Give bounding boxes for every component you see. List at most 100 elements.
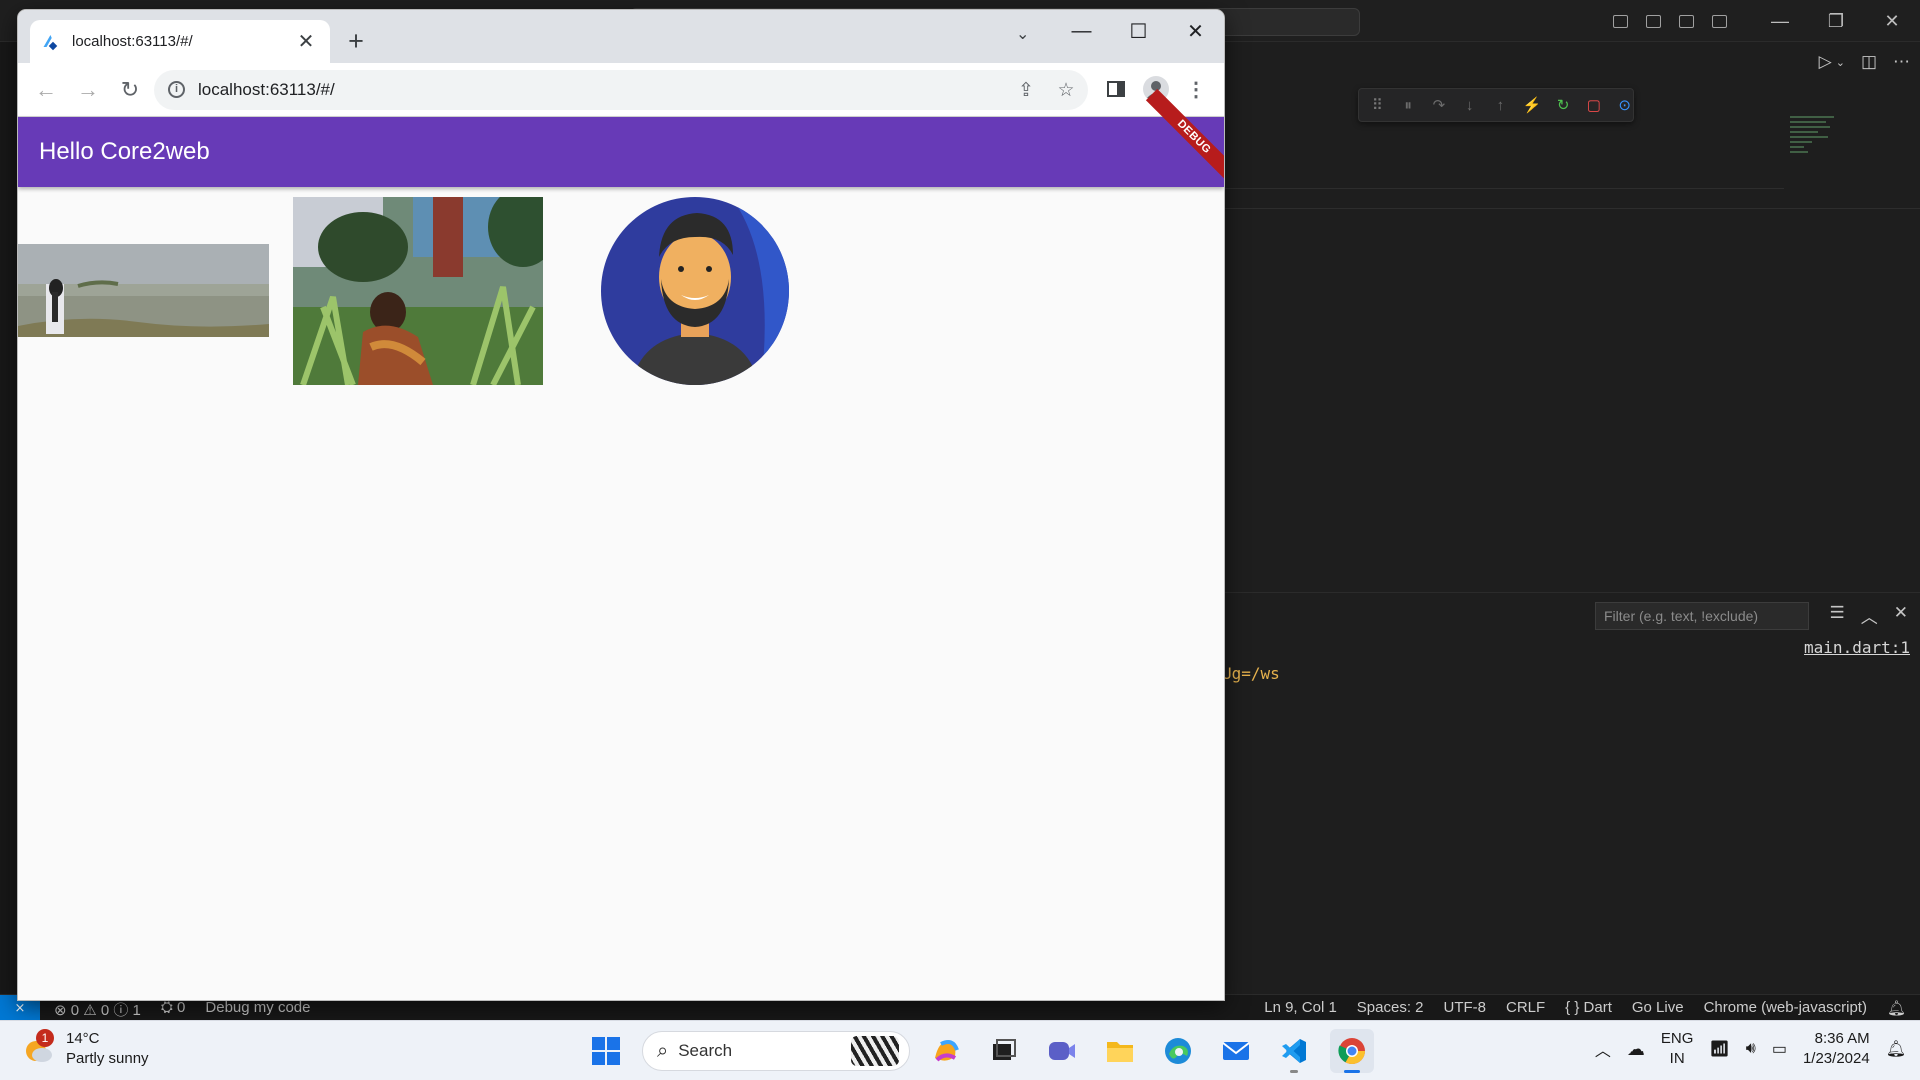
flutter-app: Hello Core2web DEBUG xyxy=(18,88,1224,1000)
debug-status[interactable]: Debug my code xyxy=(205,999,310,1020)
eol-status[interactable]: CRLF xyxy=(1506,999,1545,1017)
cursor-position[interactable]: Ln 9, Col 1 xyxy=(1264,999,1337,1017)
browser-tab[interactable]: localhost:63113/#/ ✕ xyxy=(30,20,330,63)
drag-handle-icon[interactable]: ⠿ xyxy=(1369,96,1386,114)
run-icon[interactable]: ▷ xyxy=(1819,52,1832,72)
debugger-status[interactable]: Chrome (web-javascript) xyxy=(1704,999,1867,1017)
bookmark-star-icon[interactable]: ☆ xyxy=(1054,79,1078,102)
notifications-bell-icon[interactable]: 🔔︎ xyxy=(1887,999,1906,1017)
toggle-sidebar-icon[interactable] xyxy=(1604,0,1637,42)
tab-search-icon[interactable]: ⌄ xyxy=(1016,24,1029,44)
weather-sun-icon: 1 xyxy=(22,1029,54,1065)
close-icon[interactable]: ✕ xyxy=(1167,10,1224,52)
language-code: ENG xyxy=(1660,1030,1694,1047)
encoding-status[interactable]: UTF-8 xyxy=(1444,999,1487,1017)
region-code: IN xyxy=(1669,1050,1685,1067)
weather-widget[interactable]: 1 14°C Partly sunny xyxy=(22,1029,149,1069)
toggle-secondary-sidebar-icon[interactable] xyxy=(1670,0,1703,42)
pause-icon[interactable]: ⏸ xyxy=(1400,97,1417,114)
weather-badge: 1 xyxy=(36,1029,54,1047)
toggle-panel-icon[interactable] xyxy=(1637,0,1670,42)
source-link[interactable]: main.dart:1 xyxy=(1804,638,1910,657)
edge-browser-icon[interactable] xyxy=(1156,1029,1200,1073)
weather-temperature: 14°C xyxy=(66,1030,100,1047)
profile-avatar-image xyxy=(601,197,789,385)
split-editor-icon[interactable]: ◫ xyxy=(1861,52,1877,72)
lake-photo xyxy=(18,244,269,337)
system-tray: ︿ ☁︎ ENG IN 📶︎ 🔊︎ ▭ 8:36 AM 1/23/2024 🔔︎ xyxy=(1595,1029,1906,1069)
step-over-icon[interactable]: ↷ xyxy=(1431,96,1448,114)
weather-condition: Partly sunny xyxy=(66,1050,149,1067)
minimize-icon[interactable]: — xyxy=(1053,10,1110,52)
app-title: Hello Core2web xyxy=(39,138,210,165)
garden-photo xyxy=(293,197,543,385)
indentation-status[interactable]: Spaces: 2 xyxy=(1357,999,1424,1017)
more-actions-icon[interactable]: ⋯ xyxy=(1893,52,1910,72)
file-explorer-icon[interactable] xyxy=(1098,1029,1142,1073)
hot-reload-icon[interactable]: ⚡ xyxy=(1523,96,1542,114)
activity-bar xyxy=(0,42,20,1004)
debug-console-panel: Filter (e.g. text, !exclude) ☰ ︿ ✕ main.… xyxy=(1222,592,1920,1004)
task-view-icon[interactable] xyxy=(982,1029,1026,1073)
copilot-icon[interactable] xyxy=(924,1029,968,1073)
start-windows-icon[interactable] xyxy=(584,1029,628,1073)
clear-console-icon[interactable]: ☰ xyxy=(1830,603,1845,628)
tab-strip: localhost:63113/#/ ✕ + ⌄ — ☐ ✕ xyxy=(18,10,1224,63)
restore-icon[interactable]: ❐ xyxy=(1808,0,1864,42)
taskbar-apps: ⌕ Search xyxy=(584,1029,1374,1073)
clock-date: 1/23/2024 xyxy=(1802,1050,1870,1067)
problems-status[interactable]: ⊗ 0 ⚠ 0 ⓘ 1 xyxy=(54,999,141,1020)
share-icon[interactable]: ⇪ xyxy=(1014,79,1038,102)
step-into-icon[interactable]: ↓ xyxy=(1461,97,1478,114)
editor-divider xyxy=(1224,188,1784,189)
battery-icon[interactable]: ▭ xyxy=(1772,1039,1787,1059)
clock-time: 8:36 AM xyxy=(1814,1030,1870,1047)
search-icon: ⌕ xyxy=(657,1039,669,1062)
chrome-icon[interactable] xyxy=(1330,1029,1374,1073)
back-icon[interactable]: ← xyxy=(32,76,60,104)
forward-icon[interactable]: → xyxy=(74,76,102,104)
volume-icon[interactable]: 🔊︎ xyxy=(1746,1040,1756,1058)
windows-taskbar: 1 14°C Partly sunny ⌕ Search ︿ ☁︎ ENG IN… xyxy=(0,1020,1920,1080)
side-panel-icon[interactable] xyxy=(1102,75,1130,103)
language-indicator[interactable]: ENG IN xyxy=(1661,1029,1694,1069)
panel-actions: ☰ ︿ ✕ xyxy=(1830,603,1909,628)
address-bar[interactable]: i localhost:63113/#/ ⇪ ☆ xyxy=(154,70,1088,110)
console-filter-input[interactable]: Filter (e.g. text, !exclude) xyxy=(1595,602,1809,630)
taskbar-search-box[interactable]: ⌕ Search xyxy=(642,1031,910,1071)
onedrive-cloud-icon[interactable]: ☁︎ xyxy=(1627,1039,1645,1060)
new-tab-button[interactable]: + xyxy=(342,27,370,55)
maximize-panel-icon[interactable]: ︿ xyxy=(1861,603,1878,628)
customize-layout-icon[interactable] xyxy=(1703,0,1736,42)
minimize-icon[interactable]: — xyxy=(1752,0,1808,42)
reload-icon[interactable]: ↻ xyxy=(116,76,144,104)
close-panel-icon[interactable]: ✕ xyxy=(1894,603,1908,628)
flutter-favicon-icon xyxy=(44,34,60,50)
close-icon[interactable]: ✕ xyxy=(1864,0,1920,42)
vscode-icon[interactable] xyxy=(1272,1029,1316,1073)
teams-meet-icon[interactable] xyxy=(1040,1029,1084,1073)
menu-kebab-icon[interactable]: ⋮ xyxy=(1182,75,1210,103)
devtools-icon[interactable]: ⊙ xyxy=(1616,96,1633,114)
ports-status[interactable]: ⛭ 0 xyxy=(161,999,186,1020)
site-info-icon[interactable]: i xyxy=(168,81,185,98)
window-controls: — ☐ ✕ xyxy=(1053,10,1224,52)
wifi-icon[interactable]: 📶︎ xyxy=(1709,1039,1729,1059)
minimap[interactable] xyxy=(1790,116,1840,172)
run-dropdown-icon[interactable]: ⌄ xyxy=(1836,56,1845,72)
stop-icon[interactable]: ▢ xyxy=(1586,96,1603,114)
language-status[interactable]: { } Dart xyxy=(1565,999,1612,1017)
notification-center-icon[interactable]: 🔔︎ xyxy=(1886,1039,1906,1059)
tab-close-icon[interactable]: ✕ xyxy=(296,29,316,54)
debug-toolbar: ⠿ ⏸ ↷ ↓ ↑ ⚡ ↻ ▢ ⊙ xyxy=(1358,88,1634,122)
layout-controls: — ❐ ✕ xyxy=(1604,0,1920,42)
clock[interactable]: 8:36 AM 1/23/2024 xyxy=(1803,1029,1870,1069)
show-hidden-icons-icon[interactable]: ︿ xyxy=(1595,1037,1611,1061)
maximize-icon[interactable]: ☐ xyxy=(1110,10,1167,52)
mail-icon[interactable] xyxy=(1214,1029,1258,1073)
app-bar: Hello Core2web DEBUG xyxy=(18,88,1224,187)
url-text[interactable]: localhost:63113/#/ xyxy=(198,80,335,100)
step-out-icon[interactable]: ↑ xyxy=(1492,97,1509,114)
go-live-button[interactable]: Go Live xyxy=(1632,999,1684,1017)
restart-icon[interactable]: ↻ xyxy=(1555,96,1572,114)
